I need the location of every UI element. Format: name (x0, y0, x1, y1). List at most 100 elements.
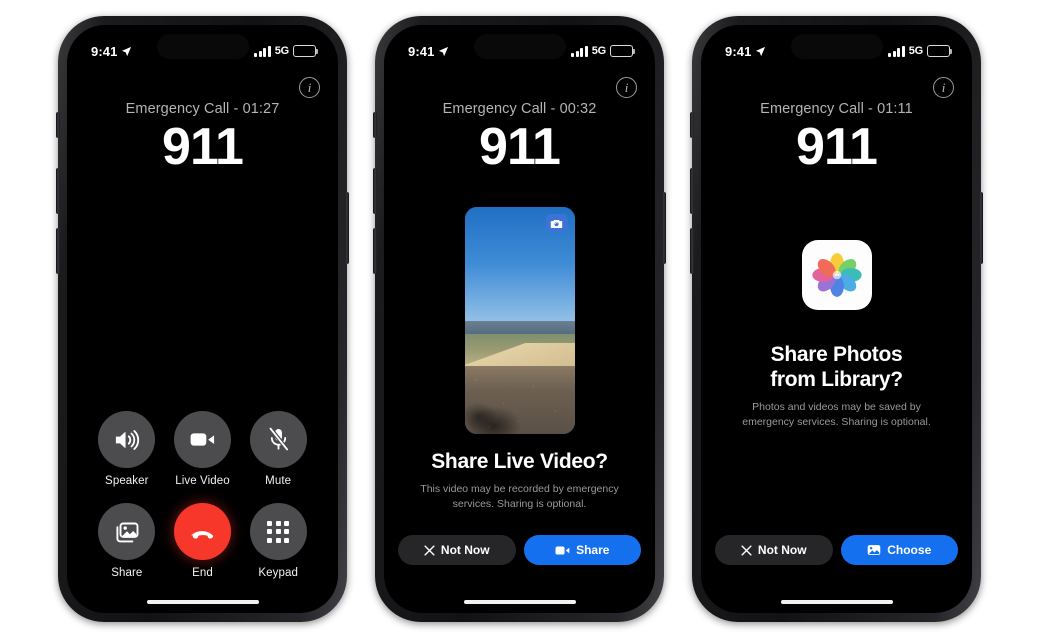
video-camera-icon (555, 545, 570, 555)
battery-icon (927, 45, 952, 57)
cellular-bars-icon (571, 45, 588, 57)
not-now-button[interactable]: Not Now (398, 535, 516, 565)
status-bar-2: 9:41 5G (384, 25, 655, 67)
action-bar-3: Not Now Choose (715, 535, 958, 565)
control-label: End (192, 567, 213, 579)
volume-down-button-1[interactable] (56, 228, 60, 274)
battery-icon (610, 45, 635, 57)
share-photos-icon (116, 522, 139, 542)
network-label: 5G (908, 45, 923, 57)
call-info-button[interactable]: i (616, 77, 637, 98)
close-x-icon (424, 544, 435, 556)
control-label: Keypad (258, 567, 298, 579)
control-label: Live Video (175, 475, 230, 487)
call-status-text: Emergency Call - 01:27 (125, 101, 280, 117)
prompt-title-line2: from Library? (770, 367, 903, 391)
screen-3: 9:41 5G i Emergency Call - 01:11 911 Sha… (701, 25, 972, 613)
home-indicator-1[interactable] (146, 600, 259, 604)
prompt-title-line1: Share Photos (770, 343, 903, 366)
call-status-text: Emergency Call - 01:11 (760, 101, 913, 117)
prompt-body: Photos and videos may be saved by emerge… (742, 400, 931, 428)
power-button-2[interactable] (662, 192, 666, 264)
home-indicator-2[interactable] (463, 600, 576, 604)
photos-icon-wrap (701, 240, 972, 310)
microphone-slash-icon (267, 427, 289, 452)
cellular-bars-icon (254, 45, 271, 57)
call-info-button[interactable]: i (933, 77, 954, 98)
call-header-3: Emergency Call - 01:11 911 (701, 101, 972, 175)
volume-down-button-3[interactable] (690, 228, 694, 274)
button-label: Share (576, 543, 610, 557)
control-keypad[interactable]: Keypad (249, 503, 307, 579)
control-share[interactable]: Share (98, 503, 156, 579)
location-arrow-icon (756, 46, 766, 56)
share-live-video-prompt: Share Live Video? This video may be reco… (384, 450, 655, 512)
status-time: 9:41 (408, 43, 435, 59)
call-header-2: Emergency Call - 00:32 911 (384, 101, 655, 175)
button-label: Choose (887, 543, 932, 557)
status-time: 9:41 (725, 43, 752, 59)
control-label: Mute (265, 475, 292, 487)
control-label: Share (111, 567, 143, 579)
live-video-preview[interactable] (464, 207, 575, 434)
volume-up-button-1[interactable] (56, 168, 60, 214)
action-button-1[interactable] (56, 112, 60, 138)
action-bar-2: Not Now Share (398, 535, 641, 565)
button-label: Not Now (757, 543, 807, 557)
close-x-icon (741, 544, 752, 556)
video-camera-icon (190, 433, 215, 446)
power-button-1[interactable] (345, 192, 349, 264)
mute-button[interactable] (249, 411, 307, 468)
network-label: 5G (591, 45, 606, 57)
share-video-button[interactable]: Share (523, 535, 641, 565)
speaker-wave-icon (116, 429, 140, 450)
photos-app-icon (801, 240, 872, 310)
control-speaker[interactable]: Speaker (98, 411, 156, 487)
call-status-text: Emergency Call - 00:32 (442, 101, 597, 117)
control-end-call[interactable]: End (173, 503, 231, 579)
location-arrow-icon (439, 46, 449, 56)
iphone-device-3: 9:41 5G i Emergency Call - 01:11 911 Sha… (690, 16, 983, 622)
volume-down-button-2[interactable] (373, 228, 377, 274)
prompt-title: Share Live Video? (431, 450, 608, 473)
status-bar-3: 9:41 5G (701, 25, 972, 67)
screen-1: 9:41 5G i Emergency Call - 01:27 911 Spe… (67, 25, 338, 613)
status-time: 9:41 (91, 43, 118, 59)
share-photos-prompt: Share Photos from Library? Photos and vi… (701, 343, 972, 430)
keypad-grid-icon (267, 520, 290, 543)
home-indicator-3[interactable] (780, 600, 893, 604)
iphone-device-2: 9:41 5G i Emergency Call - 00:32 911 Sha… (373, 16, 666, 622)
call-info-button[interactable]: i (299, 77, 320, 98)
power-button-3[interactable] (979, 192, 983, 264)
iphone-device-1: 9:41 5G i Emergency Call - 01:27 911 Spe… (56, 16, 349, 622)
call-number-text: 911 (479, 118, 561, 176)
phone-down-icon (191, 530, 214, 539)
choose-photos-button[interactable]: Choose (840, 535, 958, 565)
volume-up-button-2[interactable] (373, 168, 377, 214)
control-live-video[interactable]: Live Video (173, 411, 231, 487)
button-label: Not Now (440, 543, 490, 557)
control-label: Speaker (105, 475, 149, 487)
camera-rotate-icon (550, 219, 563, 228)
end-call-button[interactable] (173, 503, 231, 560)
call-controls-grid: Speaker Live Video Mute Share End Keypad (67, 411, 338, 579)
battery-icon (293, 45, 318, 57)
live-video-button[interactable] (173, 411, 231, 468)
preview-ground (464, 365, 575, 434)
keypad-button[interactable] (249, 503, 307, 560)
share-button[interactable] (98, 503, 156, 560)
status-bar-1: 9:41 5G (67, 25, 338, 67)
camera-rotate-button[interactable] (545, 214, 568, 232)
call-number-text: 911 (796, 118, 878, 176)
speaker-button[interactable] (98, 411, 156, 468)
volume-up-button-3[interactable] (690, 168, 694, 214)
action-button-2[interactable] (373, 112, 377, 138)
control-mute[interactable]: Mute (249, 411, 307, 487)
action-button-3[interactable] (690, 112, 694, 138)
photos-pinwheel-icon (811, 253, 862, 297)
not-now-button[interactable]: Not Now (715, 535, 833, 565)
screen-2: 9:41 5G i Emergency Call - 00:32 911 Sha… (384, 25, 655, 613)
call-number-text: 911 (162, 118, 244, 176)
location-arrow-icon (122, 46, 132, 56)
prompt-body: This video may be recorded by emergency … (420, 482, 619, 510)
